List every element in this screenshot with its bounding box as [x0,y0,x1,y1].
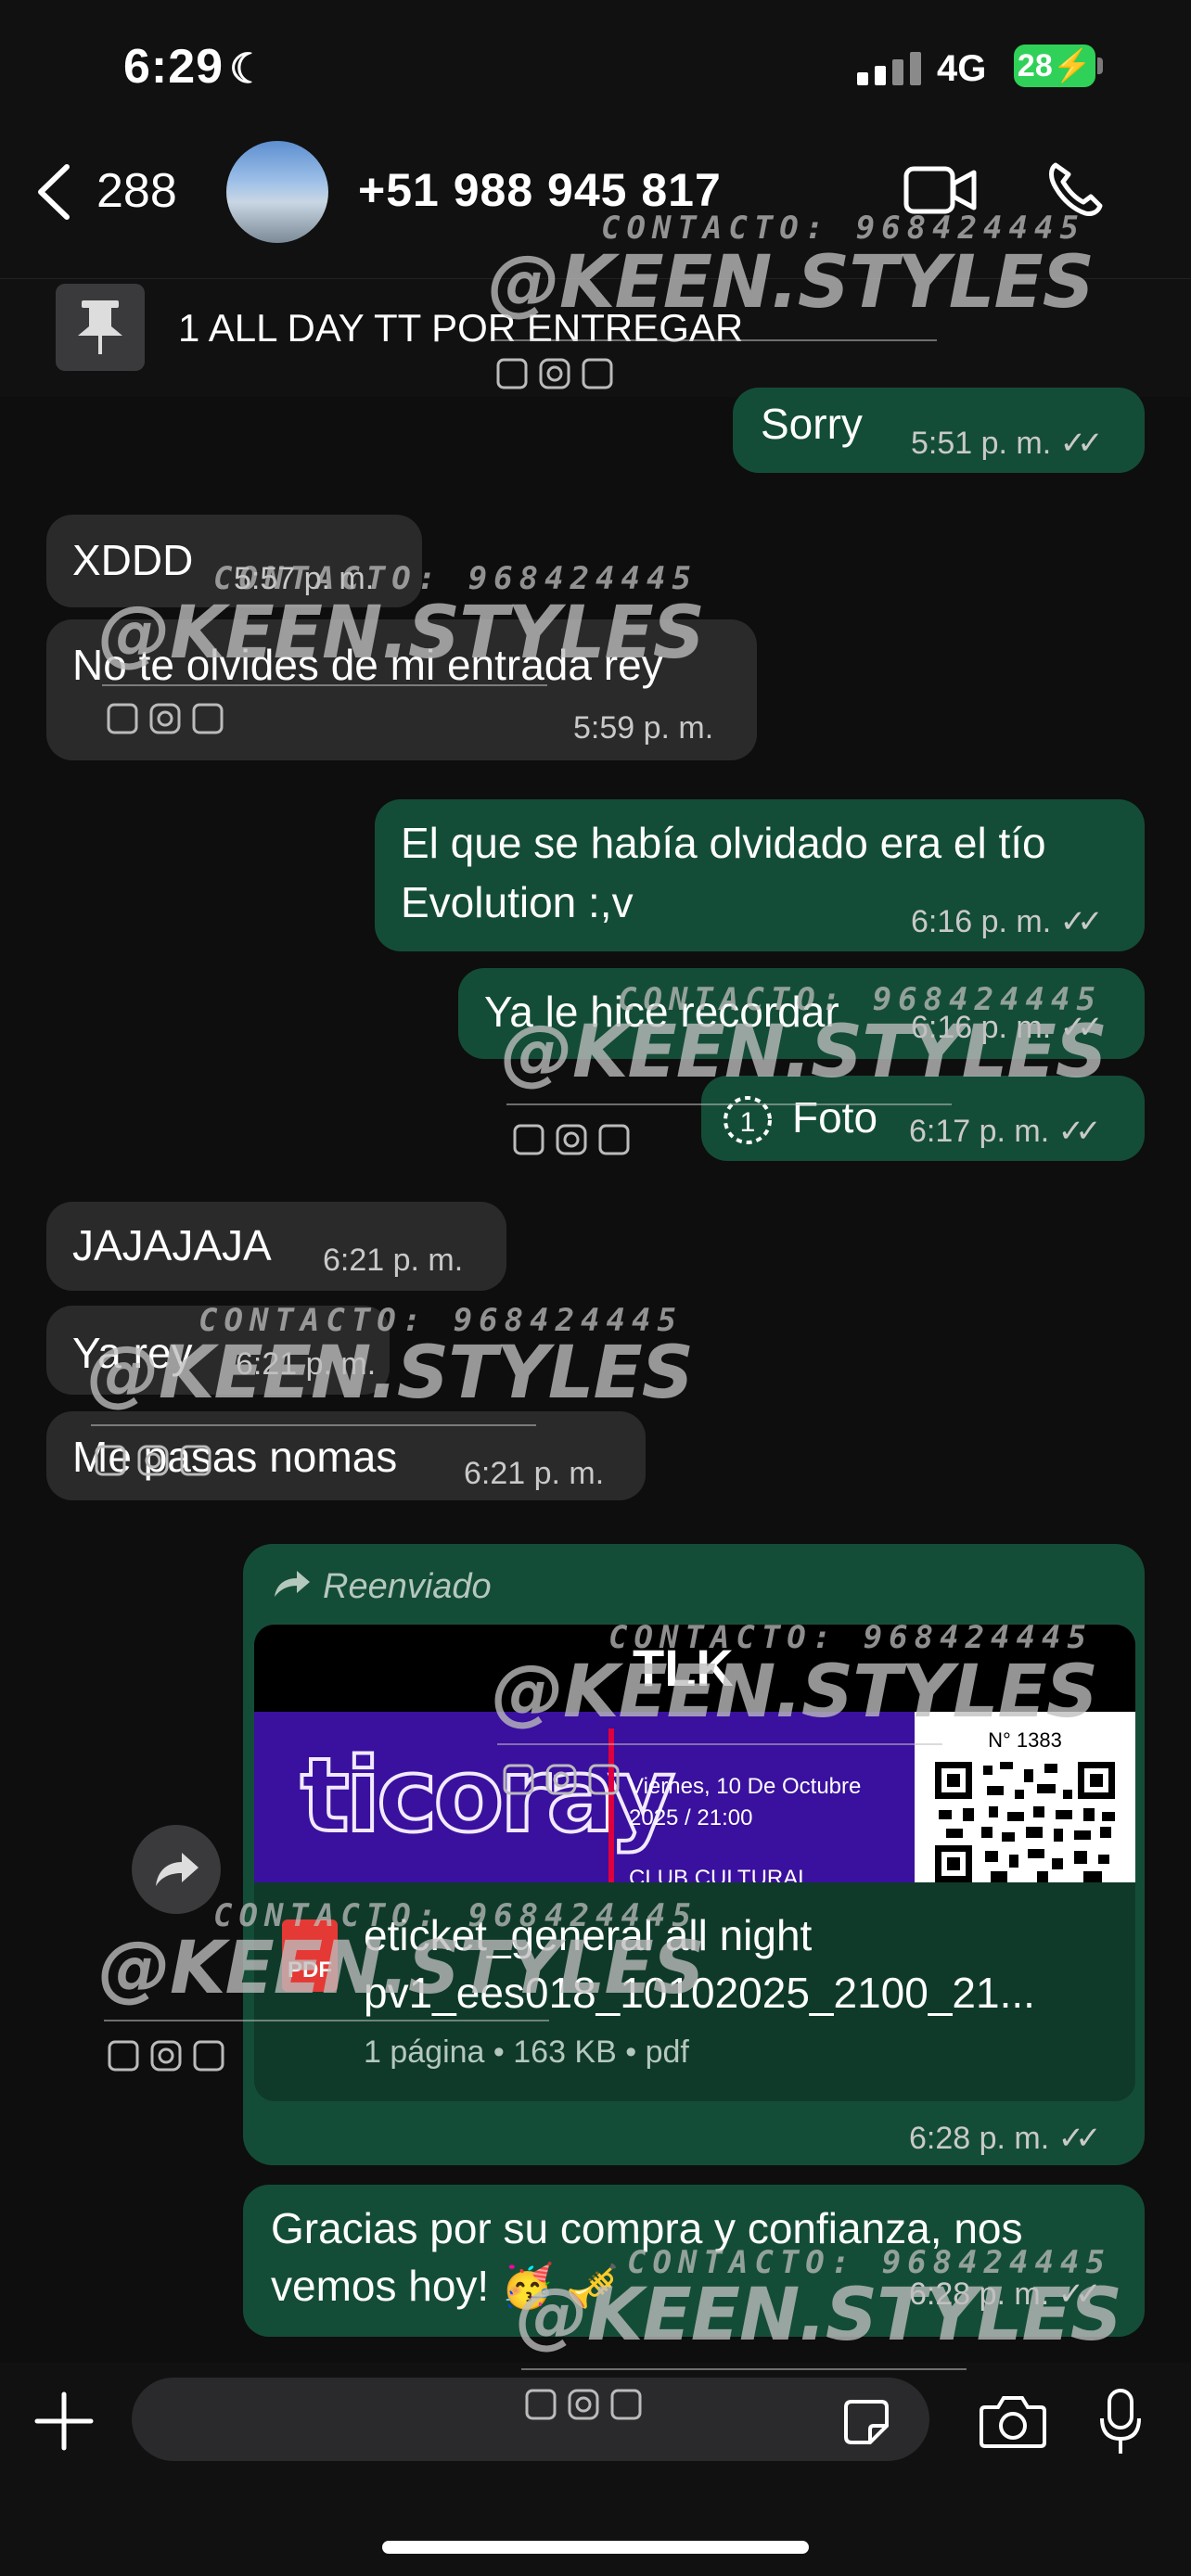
message-bubble-in[interactable]: JAJAJAJA 6:21 p. m. [46,1202,506,1291]
message-text: XDDD [72,536,194,584]
ticket-date-line: Viernes, 10 De Octubre [629,1774,862,1799]
read-ticks-icon: ✓✓ [1057,1114,1102,1149]
message-time: 6:16 p. m. ✓✓ [911,904,1104,939]
signal-icon [857,52,922,85]
ticket-qr-area: N° 1383 [915,1712,1135,1882]
watermark-social-icons [95,1441,215,1478]
watermark-handle: @KEEN.STYLES [492,1651,1098,1734]
message-time: 5:51 p. m. ✓✓ [911,426,1104,461]
sticker-icon[interactable] [840,2396,892,2448]
watermark-line [104,2020,549,2021]
message-text-line: Evolution :,v [401,878,634,926]
svg-text:1: 1 [740,1107,756,1138]
watermark-social-icons [525,2385,646,2422]
message-time: 6:28 p. m. ✓✓ [909,2121,1102,2156]
watermark-handle: @KEEN.STYLES [488,241,1095,325]
message-time: 6:21 p. m. [464,1456,605,1491]
microphone-icon[interactable] [1096,2387,1145,2457]
watermark-social-icons [107,699,227,736]
message-text: Foto [792,1093,878,1141]
watermark-line [506,1103,952,1105]
status-time: 6:29 ☾ [123,40,267,94]
ticket-date-line: 2025 / 21:00 [629,1805,753,1830]
network-type: 4G [937,48,987,89]
watermark-social-icons [496,354,617,391]
ticket-venue: CLUB CULTURAL [629,1866,811,1882]
back-button[interactable]: 288 [96,163,177,219]
battery-indicator: 28⚡ [1014,45,1095,87]
forwarded-arrow-icon [275,1571,310,1597]
qr-code-icon [935,1762,1115,1882]
message-time: 6:17 p. m. ✓✓ [909,1114,1102,1149]
forwarded-label: Reenviado [323,1567,492,1606]
view-once-icon: 1 [724,1096,772,1144]
pin-icon [78,300,122,354]
read-ticks-icon: ✓✓ [1059,426,1104,461]
contact-avatar[interactable] [226,141,328,243]
battery-tip [1097,57,1103,74]
read-ticks-icon: ✓✓ [1057,2121,1102,2156]
home-indicator [382,2541,809,2554]
moon-icon: ☾ [229,46,267,92]
watermark-handle: @KEEN.STYLES [501,1011,1108,1094]
camera-icon[interactable] [978,2392,1048,2450]
watermark-line [497,1743,942,1745]
ticket-divider [608,1728,614,1882]
watermark-line [521,2368,967,2370]
watermark-handle: @KEEN.STYLES [516,2274,1122,2357]
watermark-line [492,339,937,341]
message-time: 6:21 p. m. [323,1243,464,1278]
message-bubble-out[interactable]: El que se había olvidado era el tío Evol… [375,799,1145,951]
document-meta: 1 página • 163 KB • pdf [364,2034,689,2070]
forward-button[interactable] [132,1825,221,1914]
watermark-line [91,1424,536,1426]
watermark-social-icons [108,2036,228,2073]
watermark-handle: @KEEN.STYLES [98,1927,705,2010]
back-chevron-icon[interactable] [35,163,72,221]
watermark-handle: @KEEN.STYLES [87,1332,694,1415]
message-text-line: El que se había olvidado era el tío [401,819,1046,867]
plus-icon[interactable] [33,2391,95,2452]
watermark-social-icons [503,1760,623,1797]
message-time: 5:59 p. m. [573,710,714,746]
share-arrow-icon [156,1853,198,1886]
watermark-handle: @KEEN.STYLES [98,592,705,675]
message-text: Sorry [761,400,863,448]
watermark-social-icons [513,1120,634,1157]
watermark-line [102,684,547,686]
read-ticks-icon: ✓✓ [1059,904,1104,939]
message-text: JAJAJAJA [72,1221,272,1269]
pin-icon-box [56,284,145,371]
ticket-date: Viernes, 10 De Octubre 2025 / 21:00 [629,1771,861,1834]
message-bubble-out[interactable]: Sorry 5:51 p. m. ✓✓ [733,388,1145,473]
